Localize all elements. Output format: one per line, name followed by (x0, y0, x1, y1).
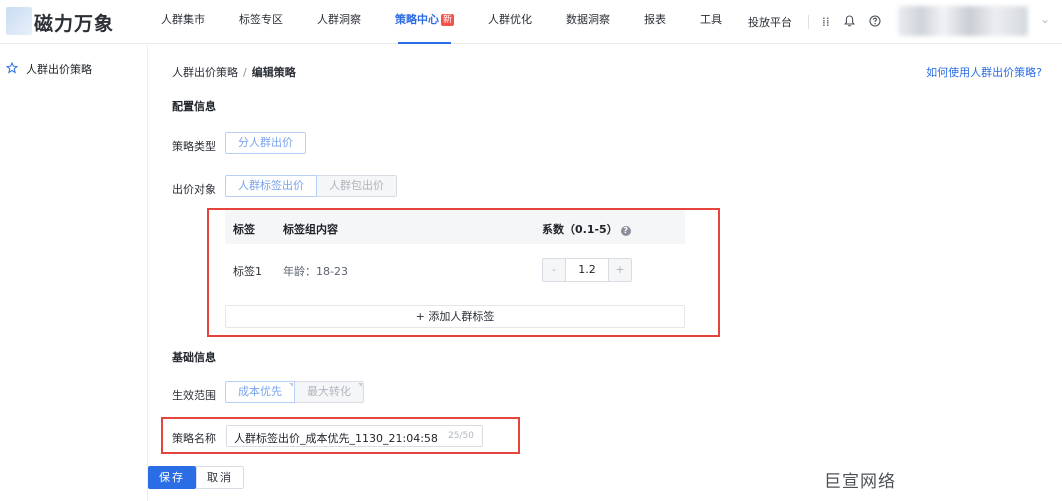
new-badge: 新 (441, 14, 455, 26)
header-tools: 投放平台 ⁞⁞ (738, 0, 888, 44)
strategy-type-option[interactable]: 分人群出价 (225, 132, 306, 154)
nav-item-label: 策略中心 (395, 13, 439, 26)
breadcrumb: 人群出价策略 / 编辑策略 (172, 64, 296, 80)
nav-item-strategy-center[interactable]: 策略中心新 (384, 0, 465, 44)
config-section-title: 配置信息 (172, 100, 216, 113)
apps-grid-icon[interactable]: ⁞⁞ (822, 15, 830, 29)
save-button[interactable]: 保存 (148, 466, 196, 489)
logo-icon (6, 7, 32, 35)
help-circle-icon[interactable] (869, 14, 881, 30)
scope-label: 生效范围 (172, 389, 216, 402)
logo-text[interactable]: 磁力万象 (34, 9, 114, 36)
sidebar-item-label: 人群出价策略 (26, 63, 92, 76)
scope-option-max-conversion[interactable]: 最大转化 (295, 381, 364, 403)
bid-target-option-package[interactable]: 人群包出价 (317, 175, 397, 197)
strategy-type-label: 策略类型 (172, 140, 216, 153)
user-avatar[interactable] (898, 6, 1028, 36)
cancel-button[interactable]: 取消 (196, 466, 244, 489)
nav-item-crowd-market[interactable]: 人群集市 (150, 0, 216, 44)
watermark-text: 巨宣网络 (824, 472, 896, 492)
bid-target-selector: 人群标签出价 人群包出价 (225, 175, 397, 197)
basic-section-title: 基础信息 (172, 351, 216, 364)
nav-item-data-insight[interactable]: 数据洞察 (555, 0, 621, 44)
nav-item-report[interactable]: 报表 (633, 0, 677, 44)
strategy-icon (5, 61, 19, 77)
nav-item-crowd-optimize[interactable]: 人群优化 (477, 0, 543, 44)
breadcrumb-separator: / (243, 66, 247, 79)
bid-target-option-tag[interactable]: 人群标签出价 (225, 175, 317, 197)
scope-selector: 成本优先 最大转化 (225, 381, 364, 403)
platform-link[interactable]: 投放平台 (748, 14, 792, 30)
divider (808, 15, 809, 29)
bell-icon[interactable] (843, 14, 855, 30)
breadcrumb-current: 编辑策略 (251, 66, 296, 79)
highlight-box-tag-table (207, 208, 720, 337)
strategy-type-selector: 分人群出价 (225, 132, 306, 154)
nav-item-crowd-insight[interactable]: 人群洞察 (306, 0, 372, 44)
sidebar: 人群出价策略 (0, 45, 148, 501)
main-nav: 人群集市 标签专区 人群洞察 策略中心新 人群优化 数据洞察 报表 工具 (150, 0, 745, 44)
sidebar-item-crowd-bid-strategy[interactable]: 人群出价策略 (5, 61, 92, 77)
top-navbar: 磁力万象 人群集市 标签专区 人群洞察 策略中心新 人群优化 数据洞察 报表 工… (0, 0, 1062, 44)
nav-item-tools[interactable]: 工具 (689, 0, 733, 44)
chevron-down-icon[interactable]: ⌄ (1040, 12, 1050, 26)
bid-target-label: 出价对象 (172, 183, 216, 196)
help-link[interactable]: 如何使用人群出价策略? (926, 64, 1042, 80)
scope-option-cost-first[interactable]: 成本优先 (225, 381, 295, 403)
highlight-box-strategy-name (161, 417, 520, 454)
nav-item-tag-zone[interactable]: 标签专区 (228, 0, 294, 44)
breadcrumb-parent[interactable]: 人群出价策略 (172, 66, 238, 79)
